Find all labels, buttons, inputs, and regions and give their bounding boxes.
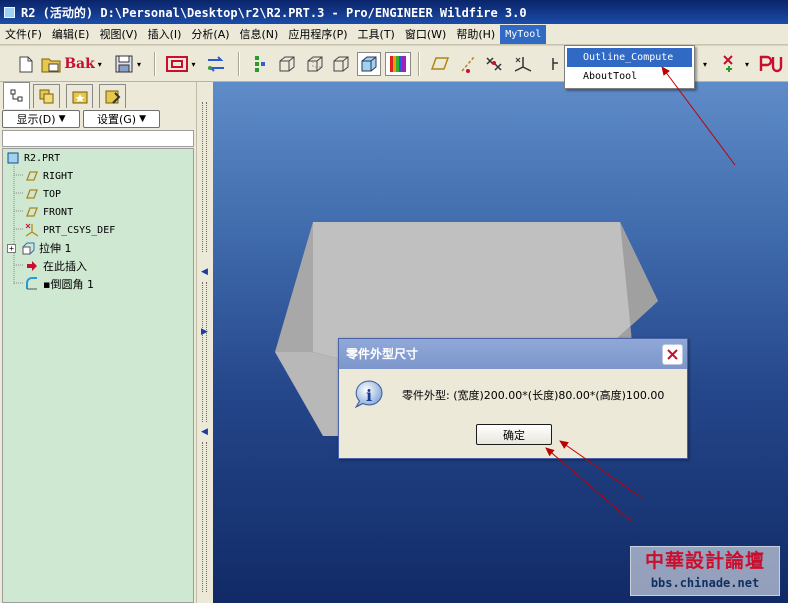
favorites-icon (72, 91, 87, 103)
menu-window[interactable]: 窗口(W) (400, 25, 451, 44)
color-appearance-icon[interactable] (385, 52, 411, 76)
tab-favorites[interactable] (66, 84, 93, 108)
splitter-grip (202, 102, 207, 252)
tree-item-round[interactable]: ▪倒圆角 1 (25, 275, 94, 293)
datum-plane-icon (25, 205, 39, 219)
close-button[interactable] (662, 344, 683, 365)
info-icon: i (353, 379, 385, 411)
tree-item-extrude[interactable]: + 拉伸 1 (7, 239, 72, 257)
app-icon (4, 6, 15, 18)
axis-display-icon[interactable] (456, 53, 480, 75)
left-panel: 显示(D) ▼ 设置(G) ▼ R2.PRT RIGHT TOP FRONT PRT… (0, 82, 196, 603)
panel-tabs (0, 82, 196, 109)
wireframe-icon[interactable] (276, 53, 298, 75)
tree-item-csys[interactable]: PRT_CSYS_DEF (25, 221, 115, 239)
settings-dropdown[interactable]: 设置(G) ▼ (83, 110, 160, 128)
tools-icon (105, 90, 120, 104)
toolbar-separator (154, 52, 156, 76)
pu-icon[interactable] (756, 53, 786, 75)
outline-dimension-dialog: 零件外型尺寸 i 零件外型: (宽度)200.00*(长度)80.00*(高度)… (338, 338, 688, 459)
regenerate-icon[interactable] (204, 53, 228, 75)
tab-layers[interactable] (33, 84, 60, 108)
round-icon (25, 277, 39, 291)
shaded-icon[interactable] (357, 52, 381, 76)
save-icon[interactable]: ▾ (110, 53, 146, 75)
dialog-message: 零件外型: (宽度)200.00*(长度)80.00*(高度)100.00 (402, 389, 665, 402)
collapse-arrow-icon[interactable]: ◀ (201, 267, 208, 277)
menu-mytool[interactable]: MyTool (500, 24, 547, 44)
hidden-line-icon[interactable] (304, 53, 326, 75)
menu-view[interactable]: 视图(V) (94, 25, 142, 44)
menu-file[interactable]: 文件(F) (0, 25, 47, 44)
chevron-down-icon[interactable]: ▾ (700, 53, 710, 75)
splitter-grip (202, 442, 207, 592)
title-bar: R2 (活动的) D:\Personal\Desktop\r2\R2.PRT.3… (0, 0, 788, 24)
new-file-icon[interactable] (16, 53, 36, 75)
datum-plane-icon (25, 187, 39, 201)
insert-here-icon (25, 259, 39, 273)
tree-item-insert-here[interactable]: 在此插入 (25, 257, 87, 275)
menu-insert[interactable]: 插入(I) (143, 25, 187, 44)
splitter-grip (202, 282, 207, 422)
menu-tools[interactable]: 工具(T) (353, 25, 400, 44)
spin-center-icon[interactable] (549, 53, 561, 75)
chevron-down-icon[interactable]: ▾ (742, 53, 752, 75)
plane-display-icon[interactable] (428, 53, 452, 75)
tree-column-header[interactable] (2, 130, 194, 147)
show-dropdown[interactable]: 显示(D) ▼ (2, 110, 80, 128)
menu-analysis[interactable]: 分析(A) (186, 25, 234, 44)
tree-item-right[interactable]: RIGHT (25, 167, 73, 185)
datum-tools-icon[interactable] (718, 53, 740, 75)
expand-icon[interactable]: + (7, 243, 16, 253)
toolbar-separator (418, 52, 420, 76)
menu-item-about-tool[interactable]: AboutTool (567, 67, 692, 86)
ok-button[interactable]: 确定 (476, 424, 552, 445)
expand-arrow-icon[interactable]: ▶ (201, 327, 208, 337)
tab-model-tree[interactable] (3, 82, 30, 109)
toolbar-separator (238, 52, 240, 76)
model-tree: R2.PRT RIGHT TOP FRONT PRT_CSYS_DEF + 拉伸… (2, 148, 194, 603)
tree-item-top[interactable]: TOP (25, 185, 61, 203)
panel-splitter[interactable]: ◀ ▶ ◀ (196, 82, 213, 603)
watermark: 中華設計論壇 bbs.chinade.net (630, 546, 780, 596)
datum-display-icon[interactable] (250, 53, 270, 75)
model-tree-icon (10, 89, 22, 102)
close-icon (667, 349, 678, 360)
menu-help[interactable]: 帮助(H) (451, 25, 500, 44)
menu-edit[interactable]: 编辑(E) (47, 25, 95, 44)
chevron-down-icon: ▼ (139, 114, 147, 124)
csys-display-icon[interactable] (510, 53, 536, 75)
chevron-down-icon: ▼ (58, 114, 66, 124)
mytool-dropdown: Outline_Compute AboutTool (564, 45, 695, 89)
watermark-url: bbs.chinade.net (650, 576, 760, 590)
tab-tools[interactable] (99, 84, 126, 108)
collapse-arrow-icon[interactable]: ◀ (201, 427, 208, 437)
menu-bar: 文件(F) 编辑(E) 视图(V) 插入(I) 分析(A) 信息(N) 应用程序… (0, 24, 788, 45)
svg-text:i: i (366, 386, 372, 405)
menu-item-outline-compute[interactable]: Outline_Compute (567, 48, 692, 67)
menu-apps[interactable]: 应用程序(P) (283, 25, 352, 44)
watermark-title: 中華設計論壇 (644, 550, 765, 572)
csys-icon[interactable]: ▾ (163, 53, 199, 75)
window-title: R2 (活动的) D:\Personal\Desktop\r2\R2.PRT.3… (21, 5, 527, 20)
menu-info[interactable]: 信息(N) (235, 25, 284, 44)
backup-button[interactable]: Bak ▾ (64, 53, 102, 75)
open-file-icon[interactable] (40, 53, 64, 75)
layers-icon (39, 89, 53, 103)
extrude-icon (21, 241, 35, 255)
point-display-icon[interactable] (482, 53, 506, 75)
datum-plane-icon (25, 169, 39, 183)
part-icon (6, 151, 20, 165)
tree-item-front[interactable]: FRONT (25, 203, 73, 221)
dialog-title: 零件外型尺寸 (339, 339, 687, 369)
no-hidden-icon[interactable] (330, 53, 352, 75)
tree-item-part[interactable]: R2.PRT (6, 149, 60, 167)
csys-icon (25, 223, 39, 237)
